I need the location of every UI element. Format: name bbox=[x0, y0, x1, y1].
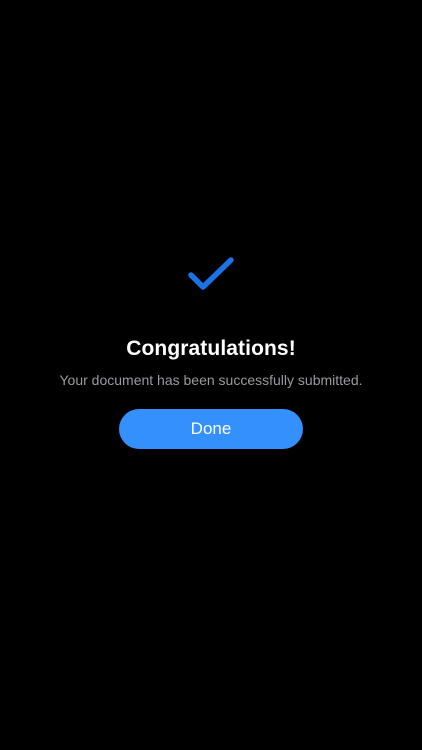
success-screen: Congratulations! Your document has been … bbox=[0, 0, 422, 750]
success-message: Your document has been successfully subm… bbox=[59, 372, 363, 388]
success-confirmation: Congratulations! Your document has been … bbox=[0, 0, 422, 750]
done-button[interactable]: Done bbox=[119, 409, 303, 449]
success-title: Congratulations! bbox=[126, 337, 296, 360]
checkmark-icon bbox=[186, 256, 236, 296]
